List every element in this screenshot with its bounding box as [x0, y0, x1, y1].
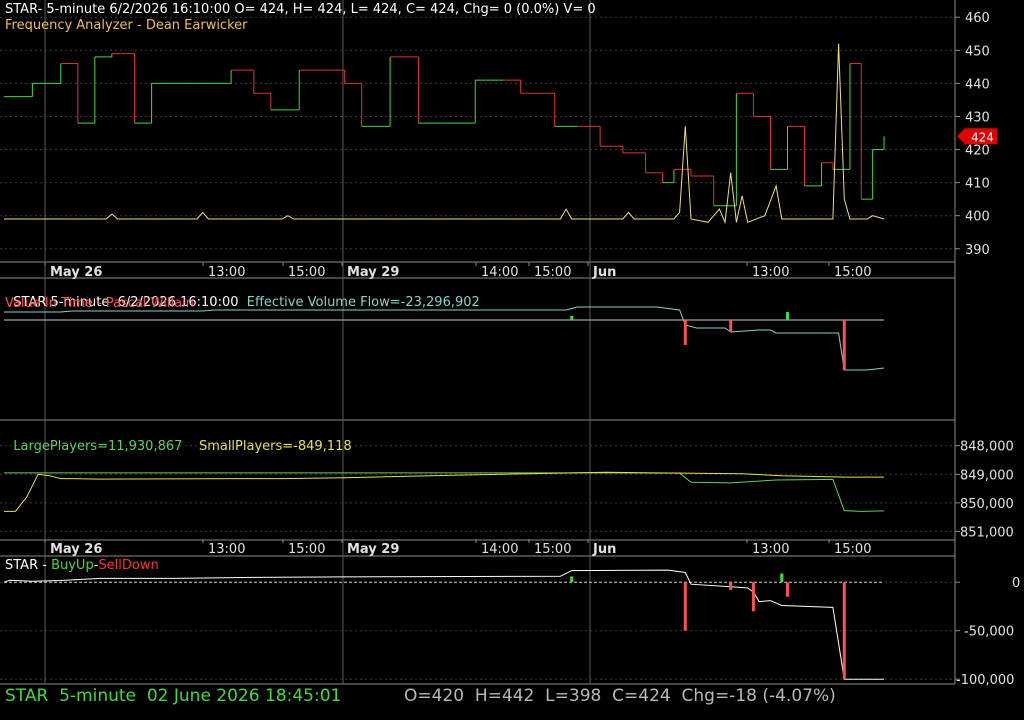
- status-bar: STAR 5-minute 02 June 2026 18:45:01 O=42…: [0, 684, 1024, 720]
- value-in-time-bar: [570, 316, 574, 320]
- buyup-bar: [683, 582, 687, 631]
- time-axis-label: May 26: [50, 265, 102, 280]
- time-axis-label: 14:00: [481, 542, 518, 557]
- time-axis-label: 15:00: [834, 265, 871, 280]
- last-price-badge-text: 424: [971, 130, 994, 144]
- status-datetime: 02 June 2026 18:45:01: [146, 686, 342, 706]
- value-in-time-bar: [785, 312, 789, 320]
- flow-header-line2: Value In Time - Pascal Willain: [5, 296, 194, 311]
- axis-layer: May 26 13:00 15:00 May 29 14:00 15:00 Jun 13:00…: [44, 11, 1020, 688]
- time-axis-label: May 29: [347, 265, 399, 280]
- time-axis-label: 15:00: [834, 542, 871, 557]
- players-tick-label: 848,000: [960, 440, 1014, 455]
- price-tick-label: 400: [965, 210, 990, 225]
- players-header: LargePlayers=11,930,867 SmallPlayers=-84…: [5, 424, 352, 454]
- buyup-title: STAR -: [5, 558, 52, 573]
- value-in-time-bar: [842, 320, 846, 370]
- price-tick-label: 420: [965, 144, 990, 159]
- time-axis-label: 13:00: [208, 542, 245, 557]
- price-tick-label: 430: [965, 110, 990, 125]
- price-header-line2: Frequency Analyzer - Dean Earwicker: [5, 18, 248, 33]
- time-axis-label: Jun: [592, 265, 616, 280]
- buyup-bar: [570, 576, 574, 583]
- time-axis-label: 15:00: [288, 542, 325, 557]
- buyup-bar: [729, 582, 733, 590]
- players-tick-label: 850,000: [960, 497, 1014, 512]
- status-ohlc: O=420 H=442 L=398 C=424 Chg=-18 (-4.07%): [404, 686, 836, 706]
- value-in-time-bar: [729, 320, 733, 332]
- volume-flow-panel[interactable]: [4, 306, 885, 371]
- buyup-bar: [842, 582, 846, 680]
- small-players-line: [4, 471, 884, 512]
- time-axis-label: May 29: [347, 542, 399, 557]
- price-header-line1: STAR- 5-minute 6/2/2026 16:10:00 O= 424,…: [5, 2, 596, 17]
- buyup-tick-label: -50,000: [964, 625, 1014, 640]
- buyup-header: STAR - BuyUp-SellDown: [5, 558, 159, 573]
- time-axis-label: 15:00: [288, 265, 325, 280]
- buyup-bar: [751, 582, 755, 612]
- buyup-bar: [780, 573, 784, 583]
- small-players-label: SmallPlayers=-849,118: [198, 439, 352, 454]
- price-tick-label: 410: [965, 177, 990, 192]
- players-tick-label: 851,000: [960, 525, 1014, 540]
- players-tick-label: 849,000: [960, 468, 1014, 483]
- value-in-time-bar: [683, 320, 687, 345]
- time-axis-label: 13:00: [208, 265, 245, 280]
- effective-volume-flow-line: [4, 306, 885, 371]
- large-players-label: LargePlayers=11,930,867: [13, 439, 183, 454]
- players-panel[interactable]: [4, 471, 885, 512]
- flow-header-value: Effective Volume Flow=-23,296,902: [246, 295, 480, 310]
- price-tick-label: 450: [965, 44, 990, 59]
- selldown-label: SellDown: [98, 558, 159, 573]
- status-symbol-info: STAR 5-minute 02 June 2026 18:45:01: [5, 686, 341, 706]
- buyup-label: BuyUp: [51, 558, 94, 573]
- buyup-tick-label: 0: [1012, 576, 1020, 591]
- time-axis-label: May 26: [50, 542, 102, 557]
- buyup-selldown-panel[interactable]: [3, 569, 884, 680]
- buyup-bar: [785, 582, 789, 597]
- frequency-analyzer-line: [4, 43, 885, 225]
- time-axis-label: 14:00: [481, 265, 518, 280]
- price-tick-label: 390: [965, 243, 990, 258]
- time-axis-label: 13:00: [752, 265, 789, 280]
- time-axis-label: 13:00: [752, 542, 789, 557]
- price-panel[interactable]: [4, 43, 885, 225]
- price-tick-label: 460: [965, 11, 990, 26]
- status-interval: 5-minute: [59, 686, 137, 706]
- price-tick-label: 440: [965, 77, 990, 92]
- time-axis-label: 15:00: [534, 265, 571, 280]
- status-symbol: STAR: [5, 686, 49, 706]
- chart-canvas: May 26 13:00 15:00 May 29 14:00 15:00 Jun 13:00…: [0, 0, 1020, 688]
- time-axis-label: 15:00: [534, 542, 571, 557]
- grid-layer: [0, 0, 956, 685]
- time-axis-label: Jun: [592, 542, 616, 557]
